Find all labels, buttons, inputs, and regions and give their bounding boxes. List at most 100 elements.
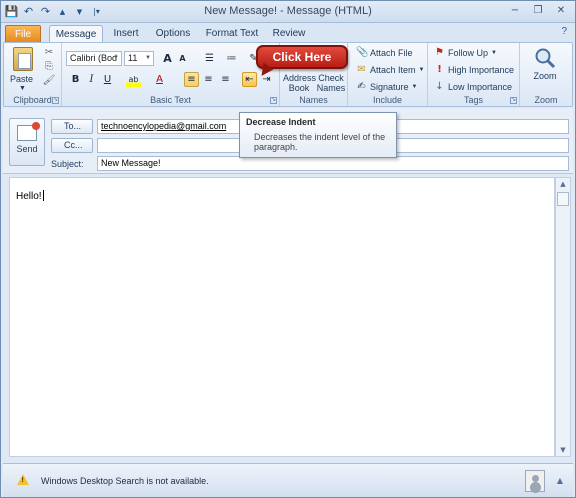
basic-text-group-label: Basic Text [150,95,191,105]
help-icon[interactable]: ? [561,26,567,37]
message-body-text: Hello! [16,190,44,202]
tab-review[interactable]: Review [269,25,309,43]
send-envelope-icon [17,122,40,141]
chevron-down-icon: ▼ [145,55,151,61]
copy-icon[interactable]: ⎘ [42,61,56,73]
align-right-icon[interactable]: ≡ [218,72,233,87]
expand-people-pane-icon[interactable]: ▲ [557,476,563,485]
tab-message[interactable]: Message [49,25,103,43]
tab-format-text[interactable]: Format Text [203,25,261,43]
cut-icon[interactable]: ✂ [42,47,56,59]
font-size-value: 11 [128,53,138,63]
signature-icon: ✍ [357,81,366,92]
tab-options[interactable]: Options [151,25,195,43]
grow-font-button[interactable]: A [160,51,175,66]
send-button[interactable]: Send [9,118,45,166]
zoom-button-label: Zoom [533,71,557,81]
message-body-editor[interactable]: Hello! [9,177,555,457]
tags-launcher-icon[interactable]: ↘ [510,97,517,104]
vertical-scrollbar[interactable]: ▲ ▼ [555,177,571,457]
signature-button[interactable]: ✍ Signature ▼ [356,81,417,92]
high-importance-button[interactable]: ! High Importance [434,64,514,75]
restore-button[interactable]: ❐ [528,4,548,19]
status-message: Windows Desktop Search is not available. [41,476,209,486]
tooltip-title: Decrease Indent [246,117,316,127]
window-controls: − ❐ ✕ [505,4,571,19]
exclamation-icon: ! [437,64,442,75]
attach-file-label: Attach File [370,47,413,58]
numbering-icon[interactable]: ≔ [224,51,239,66]
clipboard-launcher-icon[interactable]: ↘ [52,97,59,104]
low-importance-label: Low Importance [448,81,513,92]
basic-text-group: Calibri (Bod ▼ 11 ▼ A A ☰ ≔ ✎ B I U ab A… [62,43,280,106]
format-painter-icon[interactable]: 🖌 [42,75,56,87]
attach-file-button[interactable]: 📎 Attach File [356,47,413,58]
tab-file[interactable]: File [5,25,41,43]
bold-button[interactable]: B [68,72,83,87]
chevron-down-icon: ▼ [113,55,119,61]
close-button[interactable]: ✕ [551,4,571,19]
tags-group-label: Tags [463,95,483,105]
bullets-icon[interactable]: ☰ [202,51,217,66]
align-left-icon[interactable]: ≡ [184,72,199,87]
ruler-toggle-icon[interactable] [557,192,569,206]
decrease-indent-icon[interactable]: ⇤ [242,72,257,87]
basic-text-launcher-icon[interactable]: ↘ [270,97,277,104]
minimize-button[interactable]: − [505,4,525,19]
tooltip-body: Decreases the indent level of the paragr… [254,132,386,152]
zoom-button[interactable]: Zoom [526,47,564,81]
signature-label: Signature [370,81,409,92]
decrease-indent-tooltip: Decrease Indent Decreases the indent lev… [239,112,397,158]
font-name-select[interactable]: Calibri (Bod ▼ [66,51,122,66]
attach-item-button[interactable]: ✉ Attach Item ▼ [356,64,424,75]
subject-field[interactable]: New Message! [97,156,569,171]
italic-button[interactable]: I [84,72,99,87]
warning-mark: ! [21,477,24,484]
send-label: Send [16,144,38,154]
chevron-down-icon: ▼ [19,85,26,92]
high-importance-label: High Importance [448,64,515,75]
chevron-down-icon: ▼ [491,49,497,56]
follow-up-button[interactable]: ⚑ Follow Up ▼ [434,47,497,58]
scroll-down-icon[interactable]: ▼ [556,444,570,456]
font-color-button[interactable]: A [152,72,167,87]
to-button[interactable]: To... [51,119,93,134]
paste-label: Paste [10,74,34,84]
align-center-icon[interactable]: ≡ [201,72,216,87]
zoom-group-label: Zoom [534,95,558,105]
tab-insert[interactable]: Insert [107,25,145,43]
font-name-value: Calibri (Bod [70,53,118,63]
outlook-message-window: 💾 ↶ ↷ ▲ ▼ |▾ New Message! - Message (HTM… [0,0,576,498]
body-text: Hello! [16,191,42,202]
chevron-down-icon: ▼ [411,83,418,90]
click-here-callout: Click Here [256,45,348,69]
include-group-label: Include [372,95,403,105]
clipboard-group: Paste ▼ ✂ ⎘ 🖌 Clipboard ↘ [4,43,62,106]
underline-button[interactable]: U [100,72,115,87]
envelope-icon: ✉ [357,64,366,75]
scroll-up-icon[interactable]: ▲ [556,178,570,190]
check-names-button[interactable]: Check Names [316,73,346,93]
address-book-button[interactable]: Address Book [283,73,316,93]
chevron-down-icon: ▼ [418,66,425,73]
ribbon-tab-row: File Message Insert Options Format Text … [1,23,575,43]
paperclip-icon: 📎 [356,47,369,58]
attach-item-label: Attach Item [370,64,416,75]
contact-picture-icon [525,470,545,492]
red-flag-icon: ⚑ [435,47,444,58]
text-caret [42,190,44,201]
cc-button[interactable]: Cc... [51,138,93,153]
window-title: New Message! - Message (HTML) [204,5,372,17]
names-group-label: Names [299,95,328,105]
highlight-button[interactable]: ab [126,72,141,87]
subject-label: Subject: [51,159,84,169]
paste-icon [13,47,33,71]
tags-group: ⚑ Follow Up ▼ ! High Importance ↓ Low Im… [428,43,520,106]
font-size-select[interactable]: 11 ▼ [124,51,154,66]
zoom-group: Zoom Zoom [520,43,572,106]
low-importance-button[interactable]: ↓ Low Importance [434,81,512,92]
follow-up-label: Follow Up [448,47,489,58]
down-arrow-icon: ↓ [435,81,444,92]
title-bar: 💾 ↶ ↷ ▲ ▼ |▾ New Message! - Message (HTM… [1,1,575,23]
shrink-font-button[interactable]: A [175,51,190,66]
